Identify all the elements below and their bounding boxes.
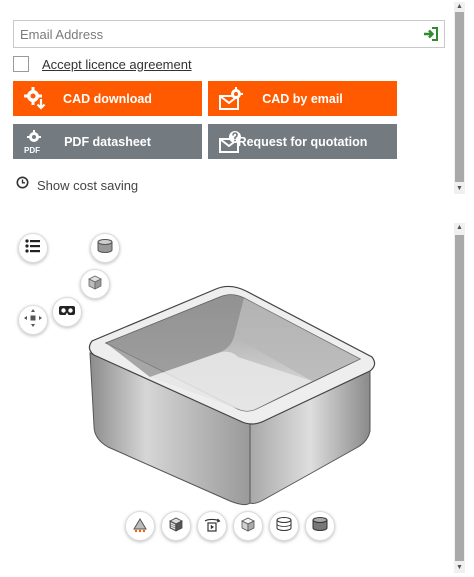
3d-viewer[interactable] [0,215,452,577]
panel-scroll-thumb[interactable] [455,12,464,182]
shaded-cylinder-icon [310,514,330,539]
show-cost-saving-label: Show cost saving [37,177,139,193]
list-icon [23,236,43,261]
cad-download-label: CAD download [63,91,152,106]
outline-cylinder-icon [274,514,294,539]
gear-download-icon [23,86,49,112]
cylinder-icon [95,236,115,261]
question-envelope-icon [218,129,244,155]
email-input[interactable] [14,21,414,47]
request-for-quotation-label: Request for quotation [237,134,368,149]
animation-button[interactable] [197,511,227,541]
section-view-button[interactable] [161,511,191,541]
rotate-play-icon [202,514,222,539]
cad-by-email-button[interactable]: CAD by email [208,81,397,116]
pdf-datasheet-button[interactable]: PDF PDF datasheet [13,124,202,159]
vr-view-button[interactable] [52,297,82,327]
explode-icon [23,308,43,333]
licence-row: Accept licence agreement [13,56,192,72]
submit-arrow-icon[interactable] [422,25,440,43]
request-for-quotation-button[interactable]: Request for quotation [208,124,397,159]
pdf-datasheet-label: PDF datasheet [64,134,151,149]
download-panel: Accept licence agreement CAD download [0,0,474,200]
viewer-scrollbar[interactable]: ▲ ▼ [454,223,465,573]
measure-button[interactable] [125,511,155,541]
vr-glasses-icon [57,300,77,325]
show-cost-saving-toggle[interactable]: Show cost saving [16,176,138,194]
wireframe-cube-icon [238,514,258,539]
viewer-scroll-thumb[interactable] [455,235,464,561]
section-cube-icon [166,514,186,539]
list-button[interactable] [18,233,48,263]
shaded-view-button[interactable] [305,511,335,541]
cad-download-button[interactable]: CAD download [13,81,202,116]
clock-icon [16,176,29,194]
email-field-wrapper [13,20,445,48]
licence-checkbox[interactable] [13,56,29,72]
measure-icon [130,514,150,539]
gear-pdf-icon: PDF [23,129,49,155]
explode-view-button[interactable] [18,305,48,335]
panel-scrollbar[interactable]: ▲ ▼ [454,2,465,194]
scroll-down-icon[interactable]: ▼ [454,184,465,194]
gear-envelope-icon [218,86,244,112]
wireframe-view-button[interactable] [233,511,263,541]
pdf-icon-text: PDF [24,146,40,155]
cad-by-email-label: CAD by email [262,91,343,106]
view-solid-button[interactable] [90,233,120,263]
viewer-scroll-down-icon[interactable]: ▼ [454,563,465,573]
3d-model-render[interactable] [80,261,380,511]
outline-view-button[interactable] [269,511,299,541]
scroll-up-icon[interactable]: ▲ [454,2,465,12]
viewer-scroll-up-icon[interactable]: ▲ [454,223,465,233]
licence-agreement-link[interactable]: Accept licence agreement [42,57,192,72]
